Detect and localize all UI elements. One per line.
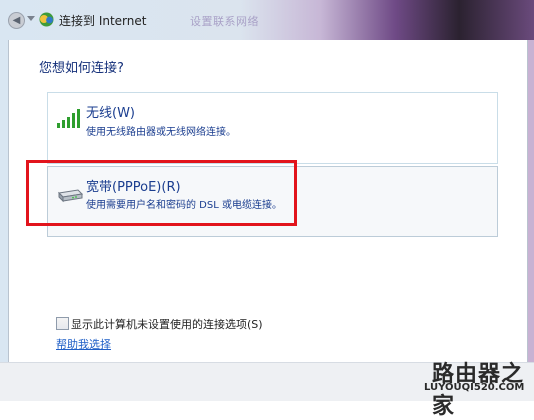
window-title: 连接到 Internet [59, 14, 147, 28]
network-connection-icon [39, 12, 54, 27]
option-wireless-description: 使用无线路由器或无线网络连接。 [86, 127, 236, 138]
watermark-url: LUYOUQI520.COM [424, 382, 525, 393]
wireless-signal-icon [57, 109, 80, 128]
help-me-choose-link[interactable]: 帮助我选择 [56, 336, 111, 352]
background-ghost-text: 设置联系网络 [190, 15, 259, 28]
title-bar: 设置联系网络 ◀ 连接到 Internet [0, 0, 534, 40]
forward-dropdown-icon[interactable] [27, 16, 35, 21]
option-wireless[interactable]: 无线(W) 使用无线路由器或无线网络连接。 [47, 92, 498, 164]
window-frame-left [0, 40, 8, 362]
back-arrow-icon[interactable]: ◀ [8, 12, 25, 29]
option-wireless-title: 无线(W) [86, 106, 135, 121]
red-highlight-box [26, 160, 297, 226]
page-heading: 您想如何连接? [39, 61, 124, 76]
show-unused-options-checkbox[interactable] [56, 317, 69, 330]
watermark: 路由器之家 LUYOUQI520.COM [424, 352, 534, 419]
checkbox-label: 显示此计算机未设置使用的连接选项(S) [71, 318, 263, 331]
